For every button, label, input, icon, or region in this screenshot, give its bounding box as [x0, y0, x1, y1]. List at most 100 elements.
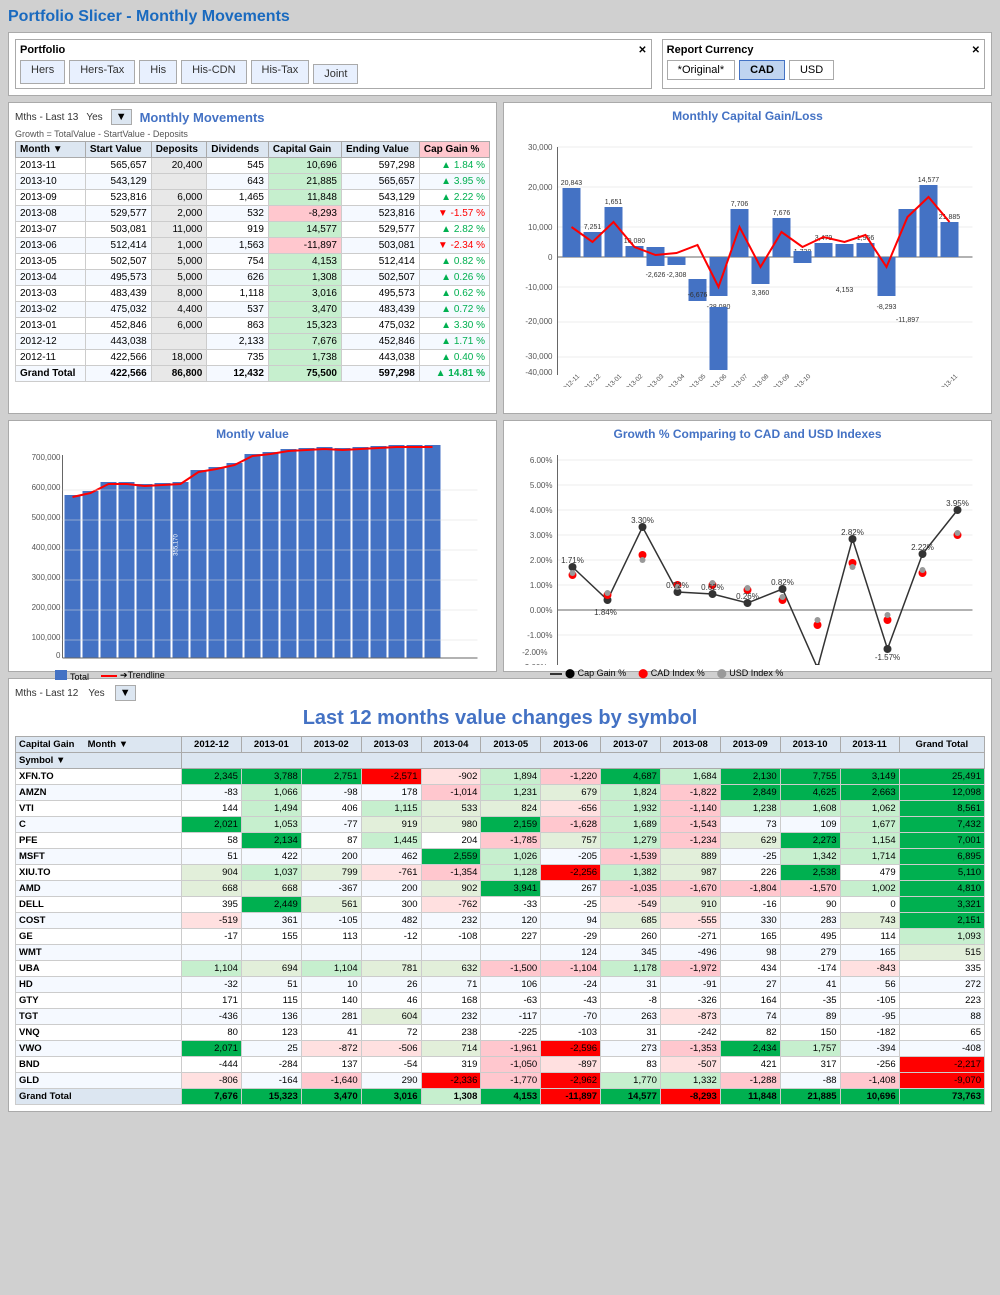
svg-text:2.00%: 2.00% — [530, 556, 553, 565]
col-2013-07: 2013-07 — [601, 737, 661, 753]
col-2013-11: 2013-11 — [840, 737, 899, 753]
list-item: WMT124345-49698279165515 — [16, 945, 985, 961]
portfolio-slicer-label: Portfolio ✕ — [20, 44, 647, 56]
table-row: 2012-11 — [16, 350, 86, 366]
list-item: DELL3952,449561300-762-33-25-549910-1690… — [16, 897, 985, 913]
monthly-movements-panel: Mths - Last 13 Yes ▼ Monthly Movements G… — [8, 102, 497, 414]
svg-text:2012-12: 2012-12 — [581, 373, 603, 387]
filter-label: Mths - Last 13 — [15, 112, 78, 123]
list-item: GTY17111514046168-63-43-8-326164-35-1052… — [16, 993, 985, 1009]
symbol-header[interactable]: Symbol ▼ — [16, 753, 182, 769]
svg-text:0.62%: 0.62% — [701, 583, 724, 592]
svg-text:1.71%: 1.71% — [561, 556, 584, 565]
col-2013-03: 2013-03 — [361, 737, 421, 753]
svg-text:700,000: 700,000 — [32, 453, 61, 462]
svg-text:-40,000: -40,000 — [525, 368, 553, 377]
slicer-item-his-cdn[interactable]: His-CDN — [181, 60, 246, 84]
currency-usd[interactable]: USD — [789, 60, 834, 80]
svg-text:5.00%: 5.00% — [530, 481, 553, 490]
currency-clear-icon[interactable]: ✕ — [972, 45, 980, 56]
svg-text:-8,293: -8,293 — [877, 304, 897, 311]
last12-filter-yes: Yes — [88, 688, 104, 699]
legend-cad: ⬤ CAD Index % — [638, 668, 705, 679]
panel-header-left: Mths - Last 13 Yes ▼ Monthly Movements — [15, 109, 490, 125]
currency-original[interactable]: *Original* — [667, 60, 735, 80]
currency-slicer-box: Report Currency ✕ *Original* CAD USD — [662, 39, 985, 89]
svg-text:2013-07: 2013-07 — [728, 373, 750, 387]
col-month[interactable]: Month ▼ — [16, 142, 86, 158]
filter-icon[interactable]: ▼ — [111, 109, 132, 125]
svg-text:-1.57%: -1.57% — [875, 653, 900, 662]
svg-text:2013-04: 2013-04 — [665, 373, 687, 387]
bottom-filter-row: Mths - Last 12 Yes ▼ — [15, 685, 985, 701]
symbol-table: Capital Gain Month ▼ 2012-12 2013-01 201… — [15, 736, 985, 1105]
slicer-item-joint[interactable]: Joint — [313, 64, 358, 84]
table-row: 2013-11 — [16, 158, 86, 174]
filter-yes: Yes — [86, 112, 102, 123]
last12-section: Mths - Last 12 Yes ▼ Last 12 months valu… — [8, 678, 992, 1112]
last12-filter-label: Mths - Last 12 — [15, 688, 78, 699]
svg-text:2012-11: 2012-11 — [560, 373, 582, 387]
last12-filter-icon[interactable]: ▼ — [115, 685, 136, 701]
legend-usd: ⬤ USD Index % — [717, 668, 784, 679]
table-row: 2013-09 — [16, 190, 86, 206]
list-item: MSFT514222004622,5591,026-205-1,539889-2… — [16, 849, 985, 865]
svg-text:600,000: 600,000 — [32, 483, 61, 492]
portfolio-clear-icon[interactable]: ✕ — [638, 45, 646, 56]
slicer-item-his-tax[interactable]: His-Tax — [251, 60, 310, 84]
svg-text:20,000: 20,000 — [528, 183, 553, 192]
cap-gain-header: Capital Gain Month ▼ — [16, 737, 182, 753]
svg-text:2013-11: 2013-11 — [938, 373, 960, 387]
svg-text:10,000: 10,000 — [528, 223, 553, 232]
slicer-item-hers[interactable]: Hers — [20, 60, 65, 84]
table-row: 2013-03 — [16, 286, 86, 302]
svg-text:2.82%: 2.82% — [841, 528, 864, 537]
slicer-item-his[interactable]: His — [139, 60, 177, 84]
svg-text:0.26%: 0.26% — [736, 592, 759, 601]
col-grand-total: Grand Total — [899, 737, 984, 753]
svg-text:14,577: 14,577 — [918, 177, 940, 184]
grand-total-row: Grand Total7,67615,3233,4703,0161,3084,1… — [16, 1089, 985, 1105]
list-item: TGT-436136281604232-117-70263-8737489-95… — [16, 1009, 985, 1025]
svg-text:2013-03: 2013-03 — [644, 373, 666, 387]
svg-text:-11,897: -11,897 — [896, 317, 919, 324]
svg-text:4,153: 4,153 — [836, 287, 854, 294]
col-2012-12: 2012-12 — [182, 737, 242, 753]
portfolio-slicer-items: Hers Hers-Tax His His-CDN His-Tax Joint — [20, 60, 647, 84]
svg-text:355,170: 355,170 — [174, 534, 180, 556]
svg-text:-30,000: -30,000 — [525, 352, 553, 361]
svg-text:-2.00%: -2.00% — [522, 648, 547, 657]
svg-text:3,360: 3,360 — [752, 290, 770, 297]
svg-text:0: 0 — [56, 651, 61, 660]
svg-text:3.95%: 3.95% — [946, 499, 969, 508]
col-2013-04: 2013-04 — [421, 737, 481, 753]
legend-trendline: ➔Trendline — [101, 670, 165, 682]
svg-text:-20,000: -20,000 — [525, 317, 553, 326]
list-item: AMZN-831,066-98178-1,0141,2316791,824-1,… — [16, 785, 985, 801]
table-row: 2013-04 — [16, 270, 86, 286]
svg-text:1,651: 1,651 — [605, 199, 623, 206]
col-dividends: Dividends — [207, 142, 269, 158]
list-item: HD-3251102671106-2431-91274156272 — [16, 977, 985, 993]
svg-text:1.84%: 1.84% — [594, 608, 617, 617]
col-2013-01: 2013-01 — [241, 737, 301, 753]
list-item: GLD-806-164-1,640290-2,336-1,770-2,9621,… — [16, 1073, 985, 1089]
currency-items: *Original* CAD USD — [667, 60, 980, 80]
capital-gain-chart-panel: Monthly Capital Gain/Loss 30,000 20,000 … — [503, 102, 992, 414]
table-row: 2013-02 — [16, 302, 86, 318]
svg-text:300,000: 300,000 — [32, 573, 61, 582]
slicer-item-hers-tax[interactable]: Hers-Tax — [69, 60, 135, 84]
charts-grid: Montly value 700,000 600,000 500,000 400… — [8, 420, 992, 672]
monthly-table: Month ▼ Start Value Deposits Dividends C… — [15, 141, 490, 382]
monthly-value-title: Montly value — [15, 427, 490, 441]
svg-text:2013-02: 2013-02 — [623, 373, 645, 387]
svg-text:7,676: 7,676 — [773, 210, 791, 217]
currency-cad[interactable]: CAD — [739, 60, 785, 80]
currency-slicer-label: Report Currency ✕ — [667, 44, 980, 56]
svg-text:-6,676: -6,676 — [688, 292, 708, 299]
col-2013-09: 2013-09 — [720, 737, 780, 753]
slicer-section: Portfolio ✕ Hers Hers-Tax His His-CDN Hi… — [8, 32, 992, 96]
main-grid: Mths - Last 13 Yes ▼ Monthly Movements G… — [8, 102, 992, 414]
svg-text:-2,308: -2,308 — [667, 272, 687, 279]
svg-text:-3.00%: -3.00% — [522, 663, 547, 665]
